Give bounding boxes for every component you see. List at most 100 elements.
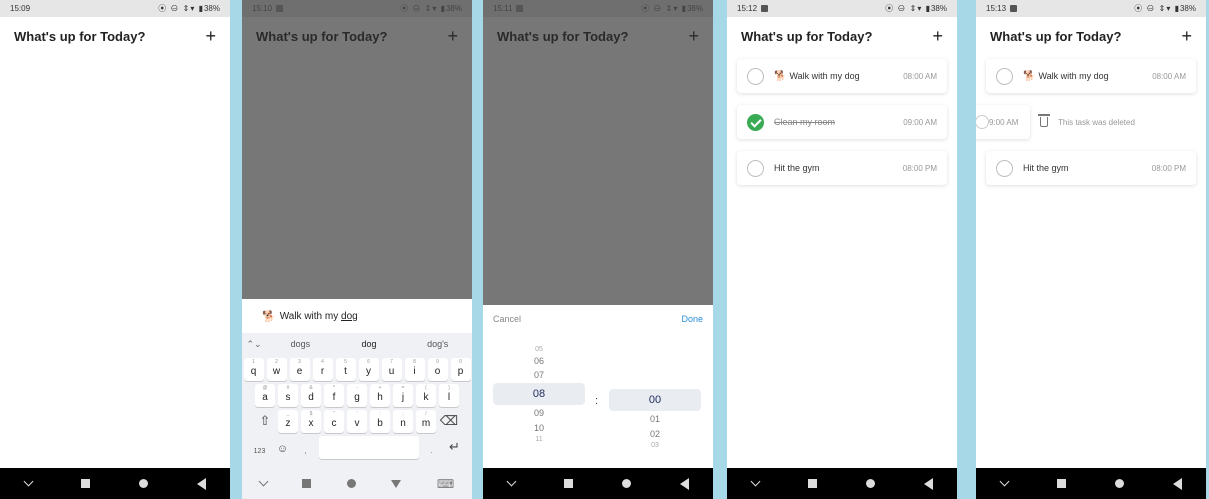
backspace-key-icon[interactable]: ⌫ [439, 410, 459, 433]
chevron-down-icon[interactable] [750, 476, 760, 487]
hour-option[interactable]: 10 [493, 421, 585, 435]
back-icon[interactable] [1172, 477, 1182, 490]
key-t[interactable]: 5t [335, 358, 356, 381]
suggestion-3[interactable]: dog's [403, 339, 472, 349]
recents-icon[interactable] [563, 479, 573, 488]
back-icon[interactable] [679, 477, 689, 490]
suggestion-2[interactable]: dog [335, 339, 404, 349]
hour-wheel[interactable]: 05 06 07 08 09 10 11 [493, 345, 585, 445]
key-w[interactable]: 2w [266, 358, 287, 381]
key-h[interactable]: + h [370, 384, 390, 407]
task-checkbox[interactable] [976, 115, 989, 129]
task-checkbox[interactable] [747, 159, 764, 177]
minute-wheel[interactable]: 00 01 02 03 [609, 389, 701, 451]
key-c[interactable]: " c [324, 410, 344, 433]
hide-keyboard-icon[interactable] [391, 479, 402, 488]
task-checkbox[interactable] [996, 159, 1013, 177]
task-checkbox-checked[interactable] [747, 113, 764, 131]
minute-selected[interactable]: 00 [609, 389, 701, 411]
minute-option[interactable]: 01 [609, 411, 701, 427]
chevron-down-icon[interactable] [23, 476, 33, 487]
key-f[interactable]: * f [324, 384, 344, 407]
key-l[interactable]: ) l [439, 384, 459, 407]
add-task-icon[interactable]: + [1181, 27, 1192, 45]
key-p[interactable]: 0p [450, 358, 471, 381]
key-z[interactable]: _ z [278, 410, 298, 433]
task-card[interactable]: 🐕 Walk with my dog 08:00 AM [737, 59, 947, 93]
keyboard-switch-icon[interactable]: ⌨ [437, 477, 454, 491]
key-u[interactable]: 7u [381, 358, 402, 381]
home-icon[interactable] [138, 479, 148, 488]
key-e[interactable]: 3e [289, 358, 310, 381]
key-d[interactable]: & d [301, 384, 321, 407]
symbols-key[interactable]: 123 [250, 436, 270, 459]
system-nav-bar [483, 468, 713, 499]
dim-overlay[interactable]: 15:11 ⦿ ⊖ ⇕▾ ▮ 38% What's up for Today? … [483, 0, 713, 305]
key-k[interactable]: (k [416, 384, 436, 407]
chevron-down-icon[interactable] [258, 476, 269, 487]
shift-key-icon[interactable]: ⇧ [255, 410, 275, 433]
back-icon[interactable] [196, 477, 206, 490]
home-icon[interactable] [865, 479, 875, 488]
key-b[interactable]: :b [370, 410, 390, 433]
delete-undo-row[interactable]: This task was deleted [1038, 105, 1135, 139]
hour-option[interactable]: 06 [493, 355, 585, 367]
hour-selected[interactable]: 08 [493, 383, 585, 405]
task-time: 08:00 PM [902, 163, 937, 173]
key-y[interactable]: 6y [358, 358, 379, 381]
hour-option[interactable]: 05 [493, 345, 585, 355]
recents-icon[interactable] [80, 479, 90, 488]
hour-option[interactable]: 07 [493, 367, 585, 383]
minute-option[interactable]: 02 [609, 427, 701, 441]
period-key[interactable]: . [422, 436, 442, 459]
suggestion-1[interactable]: dogs [266, 339, 335, 349]
add-task-icon[interactable]: + [688, 27, 699, 45]
task-checkbox[interactable] [747, 67, 764, 85]
system-nav-bar [727, 468, 957, 499]
key-hint: - [356, 385, 358, 391]
emoji-key-icon[interactable]: ☺ [273, 436, 293, 459]
key-hint: ' [356, 411, 358, 417]
chevron-down-icon[interactable] [999, 476, 1009, 487]
recents-icon[interactable] [1056, 479, 1066, 488]
key-m[interactable]: / m [416, 410, 436, 433]
task-checkbox[interactable] [996, 67, 1013, 85]
task-card[interactable]: Hit the gym 08:00 PM [986, 151, 1196, 185]
cancel-button[interactable]: Cancel [493, 314, 521, 324]
swiped-task-card[interactable]: 9:00 AM [976, 105, 1030, 139]
key-v[interactable]: ' v [347, 410, 367, 433]
add-task-icon[interactable]: + [932, 27, 943, 45]
key-i[interactable]: 8i [404, 358, 425, 381]
key-n[interactable]: ; n [393, 410, 413, 433]
key-r[interactable]: 4r [312, 358, 333, 381]
done-button[interactable]: Done [681, 314, 703, 324]
task-card[interactable]: 🐕 Walk with my dog 08:00 AM [986, 59, 1196, 93]
task-card[interactable]: Hit the gym 08:00 PM [737, 151, 947, 185]
key-a[interactable]: @ a [255, 384, 275, 407]
recents-icon[interactable] [302, 479, 312, 488]
key-j[interactable]: = j [393, 384, 413, 407]
comma-key[interactable]: , [296, 436, 316, 459]
home-icon[interactable] [621, 479, 631, 488]
task-card[interactable]: Clean my room 09:00 AM [737, 105, 947, 139]
recents-icon[interactable] [807, 479, 817, 488]
add-task-icon[interactable]: + [447, 27, 458, 45]
hour-option[interactable]: 09 [493, 405, 585, 421]
key-g[interactable]: -g [347, 384, 367, 407]
back-icon[interactable] [923, 477, 933, 490]
space-key[interactable] [318, 436, 419, 459]
minute-option[interactable]: 03 [609, 441, 701, 451]
home-icon[interactable] [1114, 479, 1124, 488]
key-q[interactable]: 1q [243, 358, 264, 381]
key-s[interactable]: # s [278, 384, 298, 407]
task-input[interactable]: 🐕 Walk with my dog [242, 299, 472, 333]
enter-key-icon[interactable]: ↵ [445, 436, 465, 459]
expand-suggestions-icon[interactable]: ⌃⌄ [242, 339, 266, 350]
dim-overlay[interactable]: 15:10 ⦿ ⊖ ⇕▾ ▮ 38% What's up for Today? … [242, 0, 472, 299]
key-o[interactable]: 9o [427, 358, 448, 381]
key-x[interactable]: $ x [301, 410, 321, 433]
hour-option[interactable]: 11 [493, 435, 585, 445]
home-icon[interactable] [346, 479, 356, 488]
add-task-icon[interactable]: + [205, 27, 216, 45]
chevron-down-icon[interactable] [506, 476, 516, 487]
